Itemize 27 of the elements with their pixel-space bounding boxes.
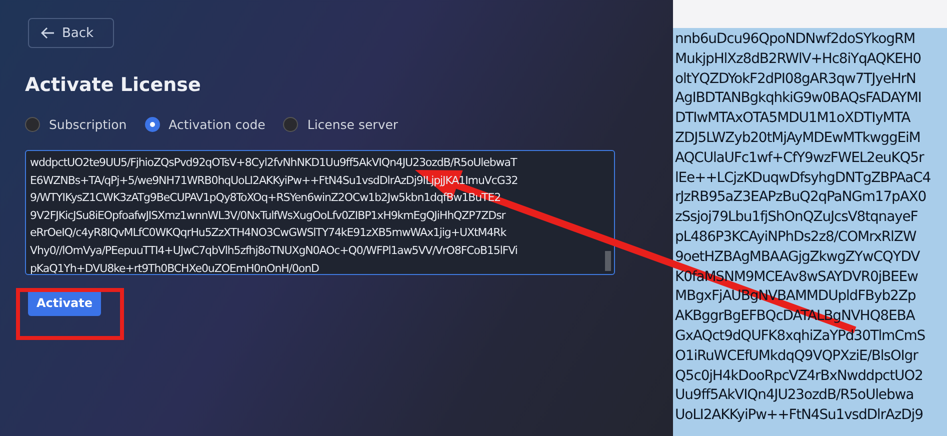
radio-button[interactable] bbox=[144, 117, 160, 132]
radio-button[interactable] bbox=[25, 117, 40, 132]
radio-button[interactable] bbox=[283, 117, 298, 132]
back-button[interactable]: Back bbox=[28, 18, 114, 48]
text-line: nnb6uDcu96QpoNDNwf2doSYkogRM bbox=[675, 30, 916, 49]
radio-option[interactable]: Activation code bbox=[144, 117, 266, 132]
text-line: zSsjoj79Lbu1fjShOnQZuJcsV8tqnayeF bbox=[675, 208, 918, 228]
text-line: rJzRB95aZ3EAPzBuQ2qPaNGm17pAX0 bbox=[675, 188, 926, 208]
radio-option[interactable]: License server bbox=[283, 117, 398, 132]
text-line: AQCUlaUFc1wf+CfY9wzFWEL2euKQ5r bbox=[675, 148, 924, 168]
text-line: DTIwMTAxOTA5MDU1M1oXDTIyMTA bbox=[675, 109, 910, 128]
text-line: Uu9ff5AkVIQn4JU23ozdB/R5oUlebwa bbox=[675, 386, 914, 406]
text-line: 9oetHZBAgMBAAGjgZkwgZYwCQYDV bbox=[675, 248, 920, 267]
text-line: Q5c0jH4kDooRpcVZ4rBxNwddpctUO2 bbox=[675, 366, 923, 386]
scrollbar[interactable] bbox=[605, 251, 611, 271]
radio-option[interactable]: Subscription bbox=[25, 117, 127, 132]
text-line: AgIBDTANBgkqhkiG9w0BAQsFADAYMI bbox=[675, 89, 922, 108]
text-line: UoLI2AKKyiPw++FtN4Su1vsdDlrAzDj9 bbox=[675, 406, 923, 426]
text-line: lEe++LCjzKDuqwDfsyhgDNTgZBPAaC4 bbox=[675, 168, 931, 188]
text-line: MukjpHlXz8dB2RWlV+Hc8iYqAQKEH0 bbox=[675, 50, 921, 69]
text-line: ZDJ5LWZyb20tMjAyMDEwMTkwggEiM bbox=[675, 128, 920, 148]
arrow-left-icon bbox=[41, 27, 55, 39]
text-line: O1iRuWCEfUMkdqQ9VQPXziE/BlsOIgr bbox=[675, 346, 918, 366]
text-line: pL486P3KCAyiNPhDs2z8/COMrxRlZW bbox=[675, 228, 916, 247]
page-title: Activate License bbox=[25, 74, 202, 96]
text-line: oltYQZDYokF2dPI08gAR3qw7TJyeHrN bbox=[675, 70, 916, 89]
text-line: GxAQct9dQUFK8xqhiZaYPd30TlmCmS bbox=[675, 326, 926, 346]
